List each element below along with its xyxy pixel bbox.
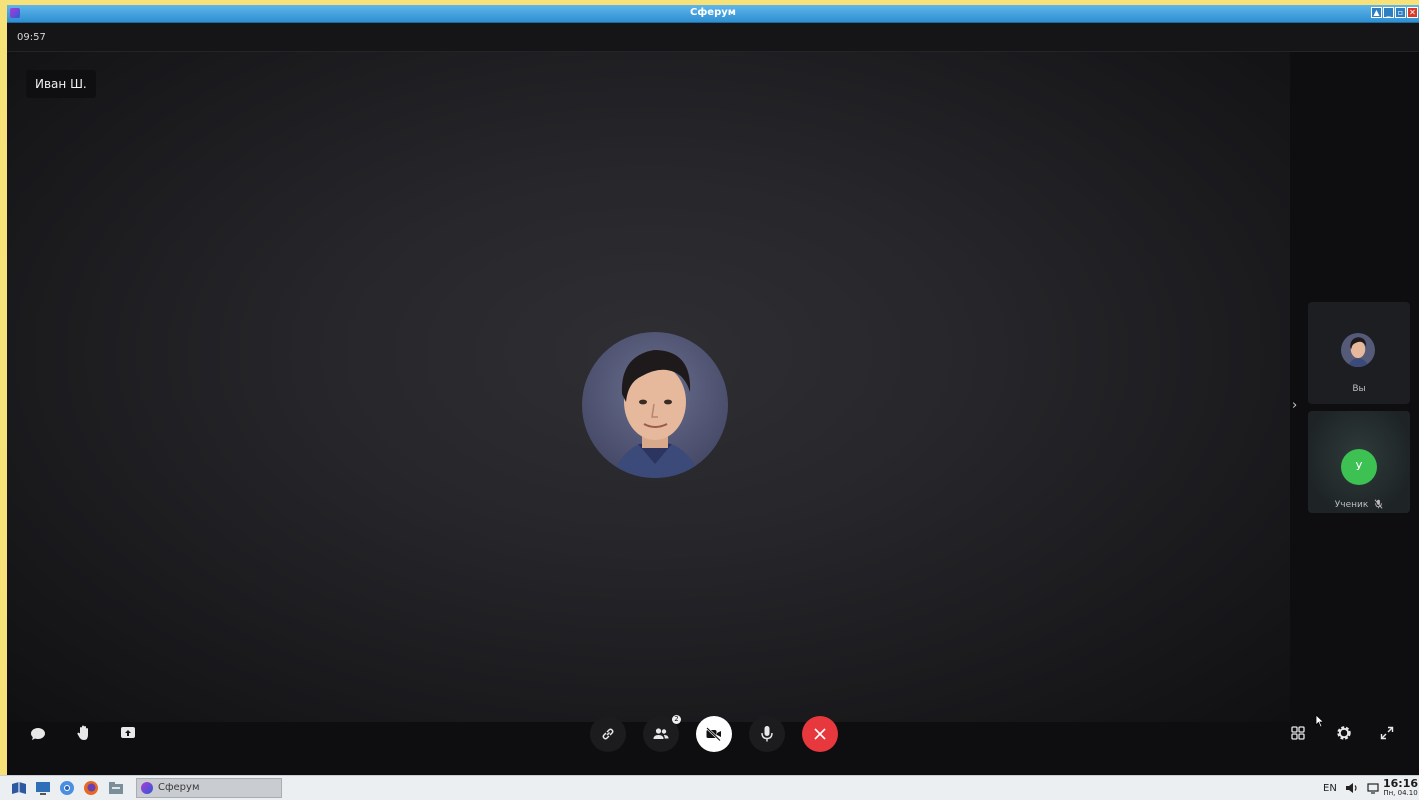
screen-share-button[interactable]: [119, 724, 137, 742]
fullscreen-button[interactable]: [1380, 726, 1394, 740]
participants-button[interactable]: 2: [643, 715, 681, 752]
copy-link-button[interactable]: [590, 716, 626, 752]
people-icon: [653, 728, 669, 739]
end-call-button[interactable]: [802, 716, 838, 752]
link-icon: [602, 728, 614, 740]
keyboard-layout[interactable]: EN: [1323, 783, 1337, 794]
taskbar-sferum-item[interactable]: Сферум: [136, 778, 282, 798]
desktop-icon[interactable]: [35, 780, 51, 796]
microphone-button[interactable]: [749, 716, 785, 752]
participant-label-you: Вы: [1352, 384, 1366, 394]
screen-share-icon: [121, 727, 135, 738]
window-title: Сферум: [690, 7, 736, 18]
display-icon[interactable]: [1367, 782, 1379, 794]
participant-tile-you[interactable]: Вы: [1308, 302, 1410, 404]
expand-icon: [1380, 726, 1394, 740]
window-maximize-button[interactable]: ▫: [1395, 7, 1406, 18]
window-titlebar[interactable]: Сферум ▲ _ ▫ ✕: [7, 5, 1419, 23]
settings-button[interactable]: [1335, 724, 1353, 742]
speaker-avatar: [582, 332, 728, 478]
mic-muted-icon: [1374, 499, 1383, 512]
participants-count-badge: 2: [672, 715, 681, 724]
participant-avatar-student: У: [1341, 449, 1377, 485]
participant-label-student: Ученик: [1334, 500, 1369, 510]
firefox-icon[interactable]: [83, 780, 99, 796]
speaker-name-tag: Иван Ш.: [26, 70, 96, 98]
window-minimize-button[interactable]: _: [1383, 7, 1394, 18]
grid-icon: [1291, 726, 1305, 740]
start-menu-icon[interactable]: [11, 780, 27, 796]
participant-label-row: Ученик: [1308, 499, 1410, 512]
call-topbar: 09:57: [7, 23, 1419, 52]
hand-icon: [77, 725, 88, 740]
participant-tile-student[interactable]: У Ученик: [1308, 411, 1410, 513]
camera-off-icon: [706, 727, 721, 742]
window-buttons: ▲ _ ▫ ✕: [1371, 7, 1418, 18]
close-icon: [814, 728, 826, 740]
gear-icon: [1337, 726, 1351, 740]
window-up-button[interactable]: ▲: [1371, 7, 1382, 18]
call-duration: 09:57: [17, 32, 46, 43]
microphone-icon: [761, 726, 773, 742]
file-manager-icon[interactable]: [108, 780, 124, 796]
mouse-cursor-icon: [1315, 714, 1325, 728]
camera-toggle-button[interactable]: [696, 716, 732, 752]
sferum-window: Сферум ▲ _ ▫ ✕ 09:57 Иван Ш. › Вы У Учен…: [7, 5, 1419, 775]
tray-date: Пн, 04.10: [1383, 789, 1418, 797]
chromium-icon[interactable]: [59, 780, 75, 796]
taskbar-item-label: Сферум: [158, 782, 200, 793]
chat-icon: [31, 728, 45, 740]
tray-clock[interactable]: 16:16 Пн, 04.10: [1383, 777, 1418, 797]
system-taskbar: Сферум EN 16:16 Пн, 04.10: [0, 775, 1419, 800]
grid-view-button[interactable]: [1291, 726, 1305, 740]
collapse-panel-chevron-icon[interactable]: ›: [1292, 398, 1297, 413]
sferum-app-icon: [141, 782, 153, 794]
window-close-button[interactable]: ✕: [1407, 7, 1418, 18]
chat-button[interactable]: [29, 724, 47, 744]
raise-hand-button[interactable]: [75, 724, 93, 742]
volume-icon[interactable]: [1345, 782, 1359, 794]
participant-avatar-you: [1341, 333, 1375, 367]
